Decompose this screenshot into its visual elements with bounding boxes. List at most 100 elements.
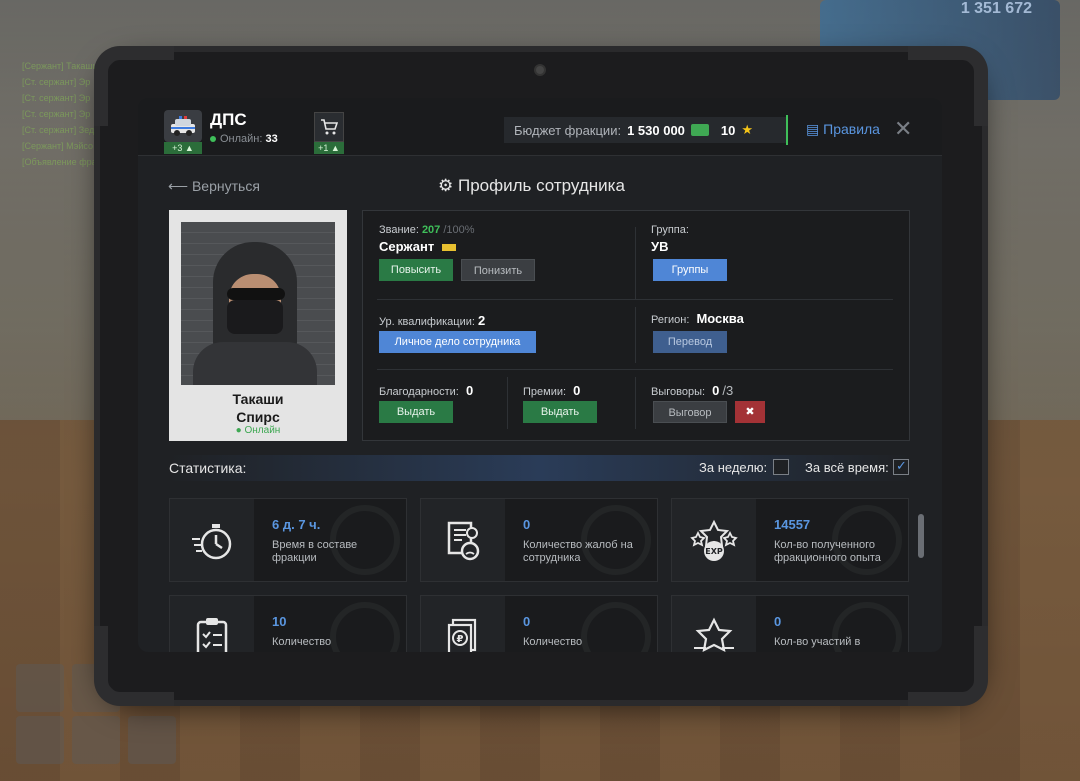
rules-label: Правила bbox=[823, 121, 880, 137]
bonus-value: 0 bbox=[573, 383, 581, 398]
thanks-label: Благодарности: bbox=[379, 386, 459, 398]
promote-button[interactable]: Повысить bbox=[379, 259, 453, 281]
stat-card-time: 6 д. 7 ч. Время в составе фракции bbox=[169, 498, 407, 582]
give-bonus-button[interactable]: Выдать bbox=[523, 401, 597, 423]
divider bbox=[377, 369, 893, 370]
divider bbox=[377, 299, 893, 300]
stat-card-experience: EXP 14557 Кол-во полученного фракционног… bbox=[671, 498, 909, 582]
close-button[interactable]: ✕ bbox=[894, 116, 912, 142]
reprimand-button[interactable]: Выговор bbox=[653, 401, 727, 423]
svg-text:₽: ₽ bbox=[457, 634, 464, 645]
stat-value: 0 bbox=[774, 614, 782, 629]
bonus-row: Премии: 0 bbox=[523, 383, 580, 398]
stat-description: Количество bbox=[523, 636, 583, 648]
transfer-button[interactable]: Перевод bbox=[653, 331, 727, 353]
stat-card-complaints: 0 Количество жалоб на сотрудника bbox=[420, 498, 658, 582]
svg-text:EXP: EXP bbox=[705, 547, 723, 556]
stat-value: 10 bbox=[272, 614, 287, 629]
page-title: ⚙ Профиль сотрудника bbox=[438, 176, 625, 196]
stat-card-events: 0 Кол-во участий в bbox=[671, 595, 909, 652]
rank-points: 207 bbox=[421, 224, 441, 236]
employee-name: Такаши Спирс bbox=[169, 390, 347, 426]
faction-badge: +3 ▲ bbox=[164, 142, 202, 154]
rules-link[interactable]: ▤ Правила bbox=[806, 121, 880, 138]
tablet-camera bbox=[534, 64, 546, 76]
police-car-icon[interactable] bbox=[164, 110, 202, 142]
user-remove-icon: ✖ bbox=[745, 406, 755, 418]
photo-glasses bbox=[227, 288, 285, 300]
divider bbox=[635, 227, 636, 299]
reprimand-max: /3 bbox=[722, 383, 734, 398]
employee-photo-card: Такаши Спирс ● Онлайн bbox=[169, 210, 347, 441]
stat-card-payments: ₽ 0 Количество bbox=[420, 595, 658, 652]
reprimand-label: Выговоры: bbox=[651, 386, 706, 398]
bonus-label: Премии: bbox=[523, 386, 567, 398]
star-icon: ★ bbox=[741, 122, 754, 137]
stat-card-tasks: 10 Количество bbox=[169, 595, 407, 652]
stat-value: 0 bbox=[523, 517, 531, 532]
groups-button[interactable]: Группы bbox=[653, 259, 727, 281]
stat-description: Количество bbox=[272, 636, 332, 648]
online-count: 33 bbox=[265, 133, 278, 145]
statistics-scrollbar[interactable] bbox=[918, 514, 924, 558]
exp-stars-icon: EXP bbox=[672, 499, 756, 581]
reprimand-row: Выговоры: 0 /3 bbox=[651, 383, 733, 398]
rank-row: Звание: 207 /100% bbox=[379, 224, 475, 236]
online-dot-icon bbox=[210, 136, 216, 143]
group-value: УВ bbox=[651, 239, 669, 254]
region-value: Москва bbox=[696, 311, 744, 326]
faction-badge-value: +3 bbox=[172, 143, 183, 153]
stat-description: Кол-во участий в bbox=[774, 636, 861, 648]
stopwatch-icon bbox=[170, 499, 254, 581]
demote-button[interactable]: Понизить bbox=[461, 259, 535, 281]
inventory-slot bbox=[72, 716, 120, 764]
arrow-left-icon: ⟵ bbox=[168, 178, 189, 194]
money-icon bbox=[690, 124, 709, 136]
stat-value: 14557 bbox=[774, 517, 811, 532]
inventory-slot bbox=[128, 716, 176, 764]
alltime-filter-label: За всё время: bbox=[805, 460, 889, 475]
stat-description: Количество жалоб на сотрудника bbox=[523, 539, 633, 564]
back-button[interactable]: ⟵ Вернуться bbox=[168, 178, 260, 195]
statistics-header: Статистика: За неделю: За всё время: bbox=[169, 455, 911, 481]
give-thanks-button[interactable]: Выдать bbox=[379, 401, 453, 423]
cart-badge-value: +1 bbox=[318, 143, 329, 153]
tablet-frame: +3 ▲ ДПС Онлайн: 33 +1 ▲ Бюджет фракции:… bbox=[94, 46, 988, 706]
rank-insignia-icon bbox=[441, 244, 456, 252]
faction-name: ДПС bbox=[210, 110, 247, 129]
week-filter-label: За неделю: bbox=[699, 460, 768, 475]
rank-name: Сержант bbox=[379, 239, 435, 254]
clipboard-checklist-icon bbox=[170, 596, 254, 652]
employee-first-name: Такаши bbox=[232, 391, 284, 407]
alltime-filter-checkbox[interactable] bbox=[893, 458, 909, 475]
qualification-row: Ур. квалификации: 2 bbox=[379, 313, 485, 328]
divider bbox=[507, 377, 508, 429]
stat-description: Кол-во полученного фракционного опыта bbox=[774, 539, 881, 564]
remove-reprimand-button[interactable]: ✖ bbox=[735, 401, 765, 423]
cart-badge: +1 ▲ bbox=[314, 142, 344, 154]
thanks-value: 0 bbox=[465, 383, 474, 398]
gear-icon: ⚙ bbox=[438, 176, 454, 195]
inventory-slot bbox=[16, 664, 64, 712]
stat-description: Время в составе фракции bbox=[272, 539, 358, 564]
rank-name-row: Сержант bbox=[379, 239, 456, 254]
points-value: 10 bbox=[720, 122, 736, 138]
employee-info-panel: Звание: 207 /100% Сержант Повысить Пониз… bbox=[362, 210, 910, 441]
stat-value: 0 bbox=[523, 614, 531, 629]
budget-value: 1 530 000 bbox=[627, 122, 685, 138]
rank-max: /100% bbox=[443, 224, 475, 236]
reprimand-value: 0 bbox=[712, 383, 720, 398]
week-filter-checkbox[interactable] bbox=[773, 459, 789, 475]
inventory-slot bbox=[16, 716, 64, 764]
cart-button[interactable] bbox=[314, 112, 344, 142]
thanks-row: Благодарности: 0 bbox=[379, 383, 473, 398]
tablet-screen: +3 ▲ ДПС Онлайн: 33 +1 ▲ Бюджет фракции:… bbox=[138, 98, 942, 652]
employee-status-text: Онлайн bbox=[244, 425, 281, 436]
group-label: Группа: bbox=[651, 224, 689, 236]
background-money: 1 351 672 bbox=[960, 0, 1032, 17]
qualification-value: 2 bbox=[478, 313, 486, 328]
personal-file-button[interactable]: Личное дело сотрудника bbox=[379, 331, 536, 353]
app-header: +3 ▲ ДПС Онлайн: 33 +1 ▲ Бюджет фракции:… bbox=[138, 98, 942, 156]
region-row: Регион: Москва bbox=[651, 311, 744, 326]
budget-label: Бюджет фракции: bbox=[514, 122, 622, 138]
